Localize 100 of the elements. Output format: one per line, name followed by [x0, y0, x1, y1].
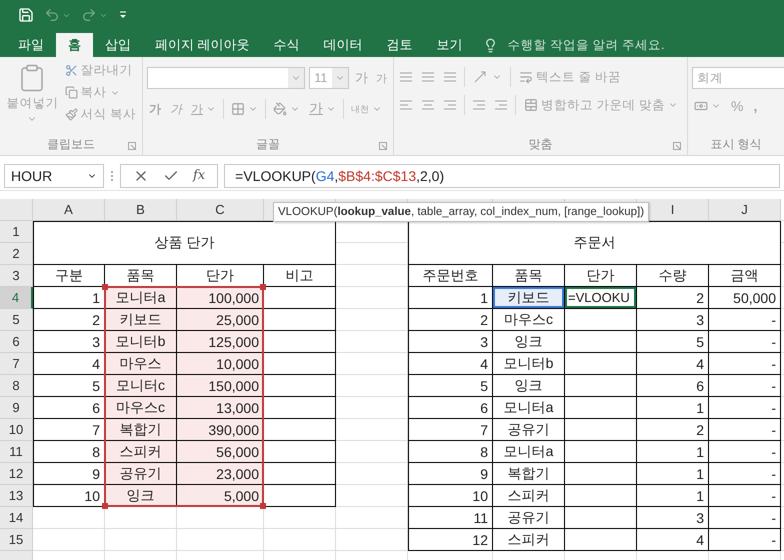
paint-bucket-icon	[273, 102, 287, 116]
grip-icon	[110, 168, 114, 182]
ribbon-tab[interactable]: 보기	[424, 33, 475, 57]
quantity-cell: 3	[637, 309, 709, 331]
item-cell: 모니터c	[105, 375, 177, 397]
number-cell: 2	[408, 309, 493, 331]
row-header[interactable]: 11	[0, 441, 33, 463]
item-cell: 복합기	[105, 419, 177, 441]
row-header[interactable]: 8	[0, 375, 33, 397]
price-cell: 56,000	[177, 441, 264, 463]
item-cell: 스피커	[493, 529, 565, 551]
item-cell: 키보드	[493, 287, 565, 309]
ribbon-tab[interactable]: 검토	[374, 33, 425, 57]
row-header[interactable]: 13	[0, 485, 33, 507]
number-cell: 12	[408, 529, 493, 551]
item-cell: 키보드	[105, 309, 177, 331]
row-header[interactable]: 14	[0, 507, 33, 529]
row-header[interactable]: 2	[0, 243, 33, 265]
item-cell: 모니터b	[105, 331, 177, 353]
amount-cell: -	[709, 507, 781, 529]
quantity-cell: 5	[637, 331, 709, 353]
price-cell: 13,000	[177, 397, 264, 419]
ribbon-tab[interactable]: 삽입	[93, 33, 143, 57]
row-header[interactable]: 1	[0, 221, 33, 243]
quantity-cell: 1	[637, 441, 709, 463]
number-cell: 11	[408, 507, 493, 529]
row-header[interactable]: 9	[0, 397, 33, 419]
number-cell: 5	[33, 375, 105, 397]
group-label: 표시 형식	[710, 136, 762, 152]
ribbon-tab[interactable]: 데이터	[312, 33, 375, 57]
formula-field[interactable]: =VLOOKUP(G4,$B$4:$C$13,2,0)	[224, 164, 780, 188]
item-cell: 공유기	[493, 507, 565, 529]
item-cell: 공유기	[105, 463, 177, 485]
banknote-icon	[694, 99, 708, 113]
column-header[interactable]: A	[33, 199, 105, 221]
wrap-text-icon	[519, 70, 533, 84]
row-header[interactable]: 15	[0, 529, 33, 551]
quantity-cell: 2	[637, 287, 709, 309]
ribbon-tab[interactable]: 수식	[262, 33, 312, 57]
item-cell: 복합기	[493, 463, 565, 485]
row-header[interactable]: 10	[0, 419, 33, 441]
save-icon[interactable]	[18, 7, 34, 23]
item-cell: 잉크	[493, 375, 565, 397]
number-cell: 1	[408, 287, 493, 309]
item-cell: 스피커	[493, 485, 565, 507]
item-cell: 스피커	[105, 441, 177, 463]
number-cell: 8	[33, 441, 105, 463]
row-header[interactable]: 12	[0, 463, 33, 485]
amount-cell: -	[709, 375, 781, 397]
row-header[interactable]: 7	[0, 353, 33, 375]
item-cell: 모니터a	[493, 441, 565, 463]
redo-icon[interactable]	[81, 7, 108, 23]
scissors-icon	[64, 64, 78, 77]
editing-cell[interactable]: =VLOOKU	[565, 287, 637, 309]
quantity-cell: 4	[637, 353, 709, 375]
customize-icon[interactable]	[118, 10, 128, 20]
ribbon-tab[interactable]: 홈	[56, 33, 93, 57]
undo-icon[interactable]	[44, 7, 71, 23]
table-title: 상품 단가	[33, 221, 336, 265]
number-cell: 2	[33, 309, 105, 331]
item-cell: 마우스	[105, 353, 177, 375]
column-header[interactable]: B	[105, 199, 177, 221]
number-cell: 7	[33, 419, 105, 441]
price-cell: 23,000	[177, 463, 264, 485]
number-cell: 3	[33, 331, 105, 353]
column-header-cell: 단가	[565, 265, 637, 287]
amount-cell: -	[709, 353, 781, 375]
quantity-cell: 1	[637, 397, 709, 419]
group-label: 글꼴	[256, 136, 280, 152]
number-cell: 6	[33, 397, 105, 419]
insert-function-button[interactable]: fx	[193, 168, 206, 183]
copy-icon	[64, 86, 78, 99]
item-cell: 모니터b	[493, 353, 565, 375]
select-all-corner[interactable]	[0, 199, 33, 221]
row-header[interactable]: 3	[0, 265, 33, 287]
column-header[interactable]: J	[709, 199, 781, 221]
quantity-cell: 3	[637, 507, 709, 529]
amount-cell: -	[709, 331, 781, 353]
amount-cell: 50,000	[709, 287, 781, 309]
quantity-cell: 1	[637, 463, 709, 485]
amount-cell: -	[709, 419, 781, 441]
quantity-cell: 1	[637, 485, 709, 507]
tell-me-field[interactable]: 수행할 작업을 알려 주세요.	[502, 33, 671, 57]
item-cell: 공유기	[493, 419, 565, 441]
column-header-cell: 금액	[709, 265, 781, 287]
column-header[interactable]: C	[177, 199, 264, 221]
row-header[interactable]: 5	[0, 309, 33, 331]
amount-cell: -	[709, 485, 781, 507]
ribbon-tab[interactable]: 파일	[6, 33, 56, 57]
name-box[interactable]: HOUR	[4, 164, 104, 188]
ribbon-tab[interactable]: 페이지 레이아웃	[143, 33, 262, 57]
group-label: 맞춤	[528, 136, 552, 152]
column-header-cell: 비고	[264, 265, 336, 287]
row-header[interactable]: 4	[0, 287, 33, 309]
price-cell: 100,000	[177, 287, 264, 309]
quantity-cell: 2	[637, 419, 709, 441]
quantity-cell: 6	[637, 375, 709, 397]
item-cell: 마우스c	[105, 397, 177, 419]
number-cell: 7	[408, 419, 493, 441]
row-header[interactable]: 6	[0, 331, 33, 353]
